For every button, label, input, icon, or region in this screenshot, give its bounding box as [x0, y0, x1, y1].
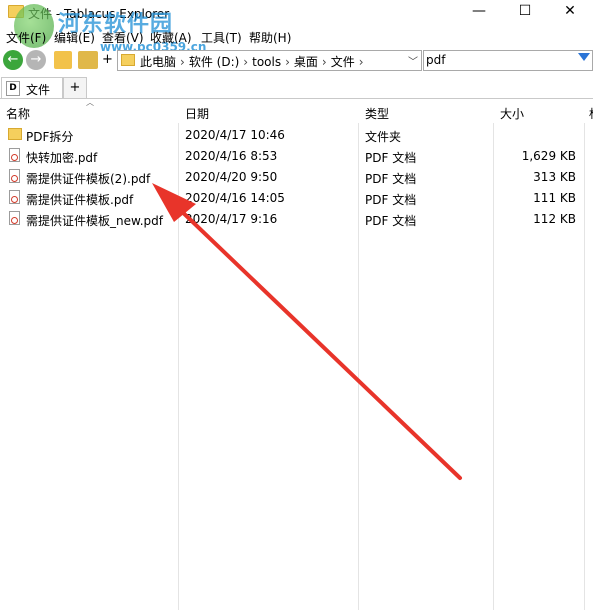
new-tab-button[interactable]: +: [63, 77, 87, 98]
up-folder-icon[interactable]: [54, 51, 72, 69]
column-type[interactable]: 类型: [365, 105, 389, 122]
file-size: 112 KB: [533, 212, 576, 226]
breadcrumb-item[interactable]: 文件: [331, 55, 355, 69]
file-type: 文件夹: [365, 130, 402, 144]
file-name: 需提供证件模板(2).pdf: [26, 172, 151, 186]
table-row[interactable]: PDF拆分 2020/4/17 10:46 文件夹: [0, 125, 593, 146]
table-row[interactable]: 需提供证件模板_new.pdf 2020/4/17 9:16 PDF 文档 11…: [0, 209, 593, 230]
file-type: PDF 文档: [365, 214, 417, 228]
column-header-row: ︿ 名称 日期 类型 大小 标: [0, 98, 593, 123]
file-name: PDF拆分: [26, 130, 74, 144]
search-input[interactable]: [426, 52, 566, 67]
menu-file[interactable]: 文件(F): [6, 29, 46, 46]
minimize-button[interactable]: —: [456, 0, 502, 24]
file-date: 2020/4/17 10:46: [185, 128, 285, 142]
close-button[interactable]: ✕: [547, 0, 593, 24]
column-extra[interactable]: 标: [589, 105, 593, 122]
file-type: PDF 文档: [365, 151, 417, 165]
menu-view[interactable]: 查看(V): [102, 29, 144, 46]
file-date: 2020/4/16 14:05: [185, 191, 285, 205]
table-row[interactable]: 需提供证件模板.pdf 2020/4/16 14:05 PDF 文档 111 K…: [0, 188, 593, 209]
menu-tools[interactable]: 工具(T): [201, 29, 242, 46]
folder-icon: [121, 54, 135, 66]
file-name: 需提供证件模板_new.pdf: [26, 214, 163, 228]
file-type: PDF 文档: [365, 172, 417, 186]
column-size[interactable]: 大小: [500, 105, 524, 122]
pdf-file-icon: [9, 190, 20, 204]
file-type: PDF 文档: [365, 193, 417, 207]
pdf-file-icon: [9, 148, 20, 162]
filter-icon[interactable]: [578, 53, 590, 61]
file-name: 快转加密.pdf: [26, 151, 98, 165]
chevron-down-icon[interactable]: ﹀: [408, 53, 418, 68]
folder-icon: [8, 128, 22, 140]
tab-bar: D 文件 +: [0, 76, 593, 99]
toolbar: ← → + 此电脑 › 软件 (D:) › tools › 桌面 › 文件 › ﹀: [0, 48, 593, 74]
tab-label: 文件: [26, 83, 51, 97]
menu-help[interactable]: 帮助(H): [249, 29, 291, 46]
file-date: 2020/4/17 9:16: [185, 212, 278, 226]
file-size: 1,629 KB: [521, 149, 576, 163]
table-row[interactable]: 快转加密.pdf 2020/4/16 8:53 PDF 文档 1,629 KB: [0, 146, 593, 167]
back-arrow-icon[interactable]: ←: [3, 50, 23, 70]
file-size: 313 KB: [533, 170, 576, 184]
drive-icon: D: [6, 81, 20, 96]
address-bar[interactable]: 此电脑 › 软件 (D:) › tools › 桌面 › 文件 › ﹀: [117, 50, 422, 71]
pdf-file-icon: [9, 211, 20, 225]
search-box: [423, 50, 593, 71]
file-list: ︿ 名称 日期 类型 大小 标 PDF拆分 2020/4/17 10:46 文件…: [0, 98, 593, 610]
breadcrumb-item[interactable]: 桌面: [294, 55, 318, 69]
menu-favorites[interactable]: 收藏(A): [150, 29, 192, 46]
maximize-button[interactable]: ☐: [502, 0, 548, 24]
file-size: 111 KB: [533, 191, 576, 205]
file-name: 需提供证件模板.pdf: [26, 193, 134, 207]
column-date[interactable]: 日期: [185, 105, 209, 122]
breadcrumb: 此电脑 › 软件 (D:) › tools › 桌面 › 文件 ›: [140, 55, 364, 69]
add-button[interactable]: +: [102, 52, 113, 67]
tab-wenjian[interactable]: D 文件: [1, 77, 63, 98]
breadcrumb-item[interactable]: tools: [252, 55, 281, 69]
column-name[interactable]: 名称: [6, 105, 30, 122]
breadcrumb-item[interactable]: 此电脑: [140, 55, 176, 69]
sort-up-icon: ︿: [86, 98, 94, 107]
pdf-file-icon: [9, 169, 20, 183]
breadcrumb-item[interactable]: 软件 (D:): [189, 55, 239, 69]
file-date: 2020/4/20 9:50: [185, 170, 278, 184]
menu-bar: 文件(F) 编辑(E) 查看(V) 收藏(A) 工具(T) 帮助(H): [0, 26, 593, 46]
menu-edit[interactable]: 编辑(E): [54, 29, 95, 46]
forward-arrow-icon[interactable]: →: [26, 50, 46, 70]
favorites-icon[interactable]: [78, 51, 98, 69]
table-row[interactable]: 需提供证件模板(2).pdf 2020/4/20 9:50 PDF 文档 313…: [0, 167, 593, 188]
file-date: 2020/4/16 8:53: [185, 149, 278, 163]
